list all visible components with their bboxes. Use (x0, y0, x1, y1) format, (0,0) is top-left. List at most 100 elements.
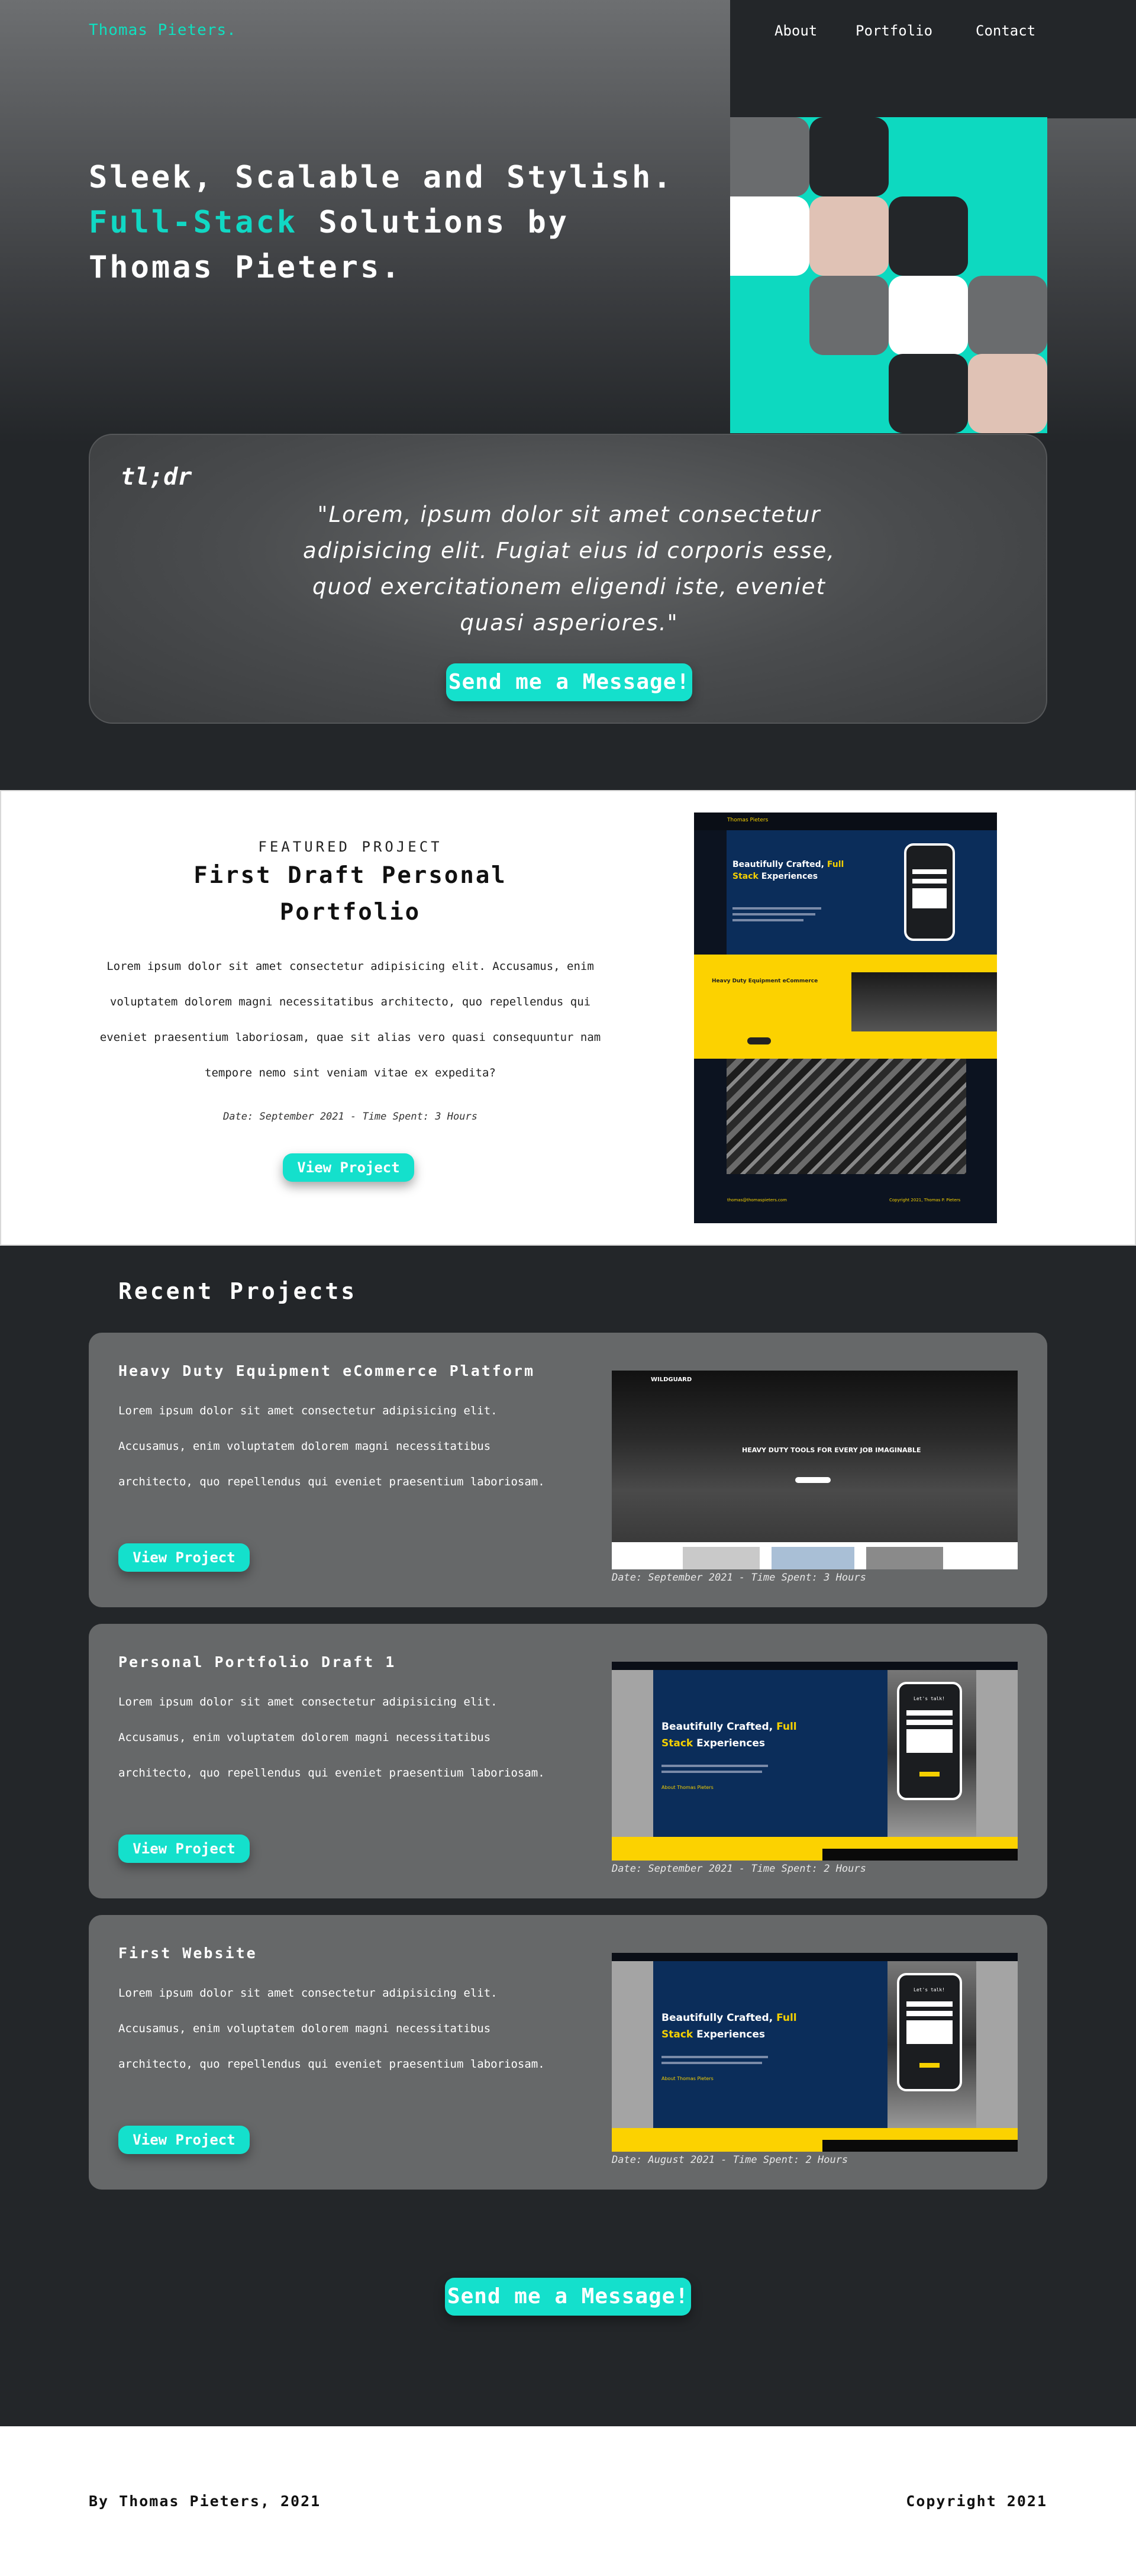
final-send-message-button[interactable]: Send me a Message! (445, 2278, 691, 2316)
mini-field (912, 879, 947, 884)
view-project-button[interactable]: View Project (118, 2126, 250, 2154)
view-project-button[interactable]: View Project (118, 1835, 250, 1863)
mini-hero-text: Beautifully Crafted, Full Stack Experien… (732, 859, 844, 882)
mini-product (772, 1547, 854, 1569)
nav-contact[interactable]: Contact (976, 22, 1035, 39)
footer: By Thomas Pieters, 2021 Copyright 2021 (0, 2426, 1136, 2576)
mini-hero-text: Beautifully Crafted, Full Stack Experien… (661, 2010, 797, 2043)
tile (889, 354, 968, 433)
mini-phone: Let's talk! (897, 1973, 962, 2091)
mini-hero-b: Stack (661, 2029, 693, 2040)
footer-byline: By Thomas Pieters, 2021 (89, 2493, 321, 2510)
mini-field (912, 888, 947, 908)
hero-headline: Sleek, Scalable and Stylish. Full-Stack … (89, 155, 674, 290)
mini-navbar (612, 1662, 1018, 1670)
mini-about: About Thomas Pieters (661, 2076, 714, 2081)
mini-hero-a: Beautifully Crafted, (661, 2012, 773, 2024)
project-meta: Date: September 2021 - Time Spent: 2 Hou… (612, 1863, 866, 1875)
project-meta: Date: August 2021 - Time Spent: 2 Hours (612, 2154, 848, 2166)
mini-hero-a: Beautifully Crafted, (732, 860, 824, 869)
mini-button (919, 2063, 940, 2068)
tile (968, 276, 1047, 355)
project-title: First Website (118, 1945, 257, 1962)
mini-side-image: Let's talk! (888, 1670, 976, 1837)
tile (730, 196, 809, 276)
mini-field (906, 1720, 953, 1725)
brand-logo[interactable]: Thomas Pieters. (89, 21, 237, 39)
mini-text-line (661, 2056, 768, 2058)
project-description: Lorem ipsum dolor sit amet consectetur a… (118, 1695, 545, 1779)
tile (809, 276, 889, 355)
featured-project-screenshot[interactable]: Thomas Pieters Beautifully Crafted, Full… (694, 813, 997, 1223)
hero-line-3: Thomas Pieters. (89, 250, 402, 285)
mini-products-row (612, 1542, 1018, 1569)
mini-yellow-band: Heavy Duty Equipment eCommerce (694, 955, 997, 1059)
mini-text-line (661, 1765, 768, 1767)
tldr-card: tl;dr "Lorem, ipsum dolor sit amet conse… (89, 434, 1047, 724)
project-card: First Website Lorem ipsum dolor sit amet… (89, 1915, 1047, 2190)
nav-about[interactable]: About (774, 22, 817, 39)
mini-bar (822, 2140, 1018, 2152)
mini-image (851, 972, 997, 1031)
mini-brand: Thomas Pieters (727, 817, 769, 823)
mini-navbar: Thomas Pieters (694, 813, 997, 830)
mini-text-line (732, 913, 815, 915)
mini-about: About Thomas Pieters (661, 1785, 714, 1790)
mini-button (747, 1037, 771, 1044)
mini-hero-c: Experiences (696, 1737, 766, 1749)
project-screenshot[interactable]: WILDGUARD HEAVY DUTY TOOLS FOR EVERY JOB… (612, 1371, 1018, 1569)
mini-product (683, 1547, 760, 1569)
tldr-label: tl;dr (121, 463, 192, 491)
view-project-button[interactable]: View Project (118, 1543, 250, 1572)
mini-logo: WILDGUARD (651, 1376, 692, 1383)
mini-side-image: Let's talk! (888, 1961, 976, 2128)
project-meta: Date: September 2021 - Time Spent: 3 Hou… (612, 1572, 866, 1584)
mini-field (906, 1729, 953, 1753)
mini-copyright: Copyright 2021, Thomas P. Pieters (889, 1198, 961, 1202)
project-card: Heavy Duty Equipment eCommerce Platform … (89, 1333, 1047, 1607)
decorative-tile-grid (730, 117, 1047, 433)
mini-product (866, 1547, 943, 1569)
hero-accent: Full-Stack (89, 205, 298, 240)
mini-field (906, 1710, 953, 1716)
mini-button (919, 1772, 940, 1777)
mini-field (906, 2011, 953, 2016)
mini-hero: Beautifully Crafted, Full Stack Experien… (727, 830, 997, 955)
mini-phone: Let's talk! (897, 1682, 962, 1800)
project-screenshot[interactable]: Beautifully Crafted, Full Stack Experien… (612, 1953, 1018, 2152)
mini-hero-text: Beautifully Crafted, Full Stack Experien… (661, 1719, 797, 1752)
featured-description: Lorem ipsum dolor sit amet consectetur a… (99, 960, 601, 1079)
tile (809, 196, 889, 276)
mini-hero: Beautifully Crafted, Full Stack Experien… (653, 1961, 890, 2128)
featured-title: First Draft Personal Portfolio (193, 862, 507, 926)
tile (889, 196, 968, 276)
mini-field (906, 2020, 953, 2044)
recent-projects-title: Recent Projects (118, 1278, 357, 1304)
mini-banner: HEAVY DUTY TOOLS FOR EVERY JOB IMAGINABL… (742, 1446, 921, 1454)
project-card: Personal Portfolio Draft 1 Lorem ipsum d… (89, 1624, 1047, 1898)
hero-line-2: Solutions by (298, 205, 570, 240)
project-title: Personal Portfolio Draft 1 (118, 1653, 396, 1671)
mini-field (906, 2001, 953, 2007)
send-message-button[interactable]: Send me a Message! (446, 663, 692, 701)
featured-kicker: FEATURED PROJECT (258, 839, 443, 855)
mini-text-line (732, 907, 821, 910)
featured-view-project-button[interactable]: View Project (283, 1153, 414, 1182)
mini-email: thomas@thomaspieters.com (727, 1198, 787, 1202)
project-screenshot[interactable]: Beautifully Crafted, Full Stack Experien… (612, 1662, 1018, 1861)
footer-copyright: Copyright 2021 (906, 2493, 1047, 2510)
mini-hero-c: Experiences (761, 872, 818, 881)
mini-hero-c: Experiences (696, 2029, 766, 2040)
mini-hero-a: Beautifully Crafted, (661, 1721, 773, 1733)
mini-button (795, 1477, 831, 1483)
nav-portfolio[interactable]: Portfolio (856, 22, 932, 39)
mini-text-line (732, 919, 803, 921)
mini-phone (904, 843, 955, 941)
mini-field (912, 869, 947, 874)
mini-hero-image: WILDGUARD HEAVY DUTY TOOLS FOR EVERY JOB… (612, 1371, 1018, 1542)
featured-meta: Date: September 2021 - Time Spent: 3 Hou… (223, 1111, 477, 1123)
tile (889, 276, 968, 355)
mini-hero: Beautifully Crafted, Full Stack Experien… (653, 1670, 890, 1837)
project-description: Lorem ipsum dolor sit amet consectetur a… (118, 1404, 545, 1488)
hero-section: Thomas Pieters. About Portfolio Contact … (0, 0, 1136, 790)
